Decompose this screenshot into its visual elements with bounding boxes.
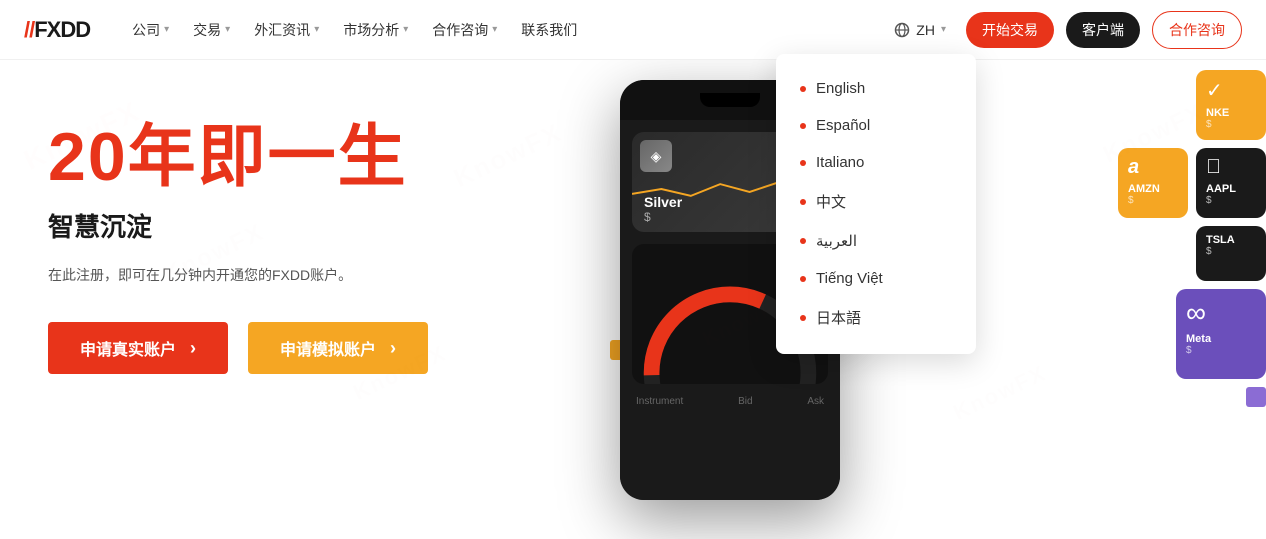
- chevron-down-icon: ▾: [164, 24, 169, 35]
- lang-option-arabic[interactable]: العربية: [776, 222, 976, 260]
- nav-item-trading[interactable]: 交易 ▾: [183, 12, 240, 48]
- stock-card-nke: ✓ NKE $: [1196, 70, 1266, 140]
- bullet-icon: [800, 238, 806, 244]
- phone-table-header: Instrument Bid Ask: [636, 396, 824, 407]
- bullet-icon: [800, 123, 806, 129]
- logo-slash: //: [24, 17, 34, 42]
- hero-section: KnowFX KnowFX KnowFX KnowFX KnowFX KnowF…: [0, 60, 1266, 539]
- lang-option-italian[interactable]: Italiano: [776, 144, 976, 181]
- arrow-icon: ›: [390, 338, 396, 359]
- lang-option-spanish[interactable]: Español: [776, 107, 976, 144]
- bullet-icon: [800, 315, 806, 321]
- hero-left: 20年即一生 智慧沉淀 在此注册，即可在几分钟内开通您的FXDD账户。 申请真实…: [0, 60, 600, 539]
- silver-icon: ◈: [640, 140, 672, 172]
- chevron-down-icon: ▾: [403, 24, 408, 35]
- client-button[interactable]: 客户端: [1066, 12, 1140, 48]
- bullet-icon: [800, 276, 806, 282]
- nav-item-news[interactable]: 外汇资讯 ▾: [244, 12, 329, 48]
- stock-card-amzn: a AMZN $: [1118, 148, 1188, 218]
- lang-option-japanese[interactable]: 日本語: [776, 297, 976, 338]
- chevron-down-icon: ▾: [941, 24, 946, 35]
- purple-square-decoration: [1246, 387, 1266, 407]
- hero-title: 20年即一生: [48, 120, 552, 195]
- language-dropdown: English Español Italiano 中文 العربية Tiến…: [776, 54, 976, 354]
- stock-cards: ✓ NKE $ a AMZN $  AAPL $: [1118, 70, 1266, 407]
- apply-demo-account-button[interactable]: 申请模拟账户 ›: [248, 322, 428, 374]
- lang-option-english[interactable]: English: [776, 70, 976, 107]
- navbar: //FXDD 公司 ▾ 交易 ▾ 外汇资讯 ▾ 市场分析 ▾ 合作咨询 ▾ 联系…: [0, 0, 1266, 60]
- consult-button[interactable]: 合作咨询: [1152, 11, 1242, 49]
- amazon-logo-icon: a: [1128, 156, 1139, 179]
- logo[interactable]: //FXDD: [24, 17, 90, 43]
- phone-table: Instrument Bid Ask: [632, 396, 828, 407]
- bullet-icon: [800, 86, 806, 92]
- nike-swoosh-icon: ✓: [1206, 78, 1223, 103]
- apple-logo-icon: : [1206, 156, 1221, 179]
- language-selector[interactable]: ZH ▾: [886, 16, 954, 44]
- nav-links: 公司 ▾ 交易 ▾ 外汇资讯 ▾ 市场分析 ▾ 合作咨询 ▾ 联系我们: [122, 12, 886, 48]
- meta-logo-icon: ∞: [1186, 297, 1206, 329]
- nav-item-analysis[interactable]: 市场分析 ▾: [333, 12, 418, 48]
- nav-item-contact[interactable]: 联系我们: [511, 12, 587, 48]
- stock-card-meta: ∞ Meta $: [1176, 289, 1266, 379]
- nav-right: ZH ▾ 开始交易 客户端 合作咨询: [886, 11, 1242, 49]
- stock-row-3: TSLA $: [1118, 226, 1266, 281]
- bullet-icon: [800, 199, 806, 205]
- stock-card-aapl:  AAPL $: [1196, 148, 1266, 218]
- bullet-icon: [800, 160, 806, 166]
- phone-notch: [700, 93, 760, 107]
- start-trading-button[interactable]: 开始交易: [966, 12, 1054, 48]
- stock-row-2: a AMZN $  AAPL $: [1118, 148, 1266, 218]
- hero-subtitle: 智慧沉淀: [48, 207, 552, 244]
- apply-real-account-button[interactable]: 申请真实账户 ›: [48, 322, 228, 374]
- logo-text: //FXDD: [24, 17, 90, 43]
- lang-option-vietnamese[interactable]: Tiếng Việt: [776, 260, 976, 297]
- nav-item-partner[interactable]: 合作咨询 ▾: [422, 12, 507, 48]
- globe-icon: [894, 22, 910, 38]
- hero-buttons: 申请真实账户 › 申请模拟账户 ›: [48, 322, 552, 374]
- nav-item-company[interactable]: 公司 ▾: [122, 12, 179, 48]
- arrow-icon: ›: [190, 338, 196, 359]
- stock-row-1: ✓ NKE $: [1118, 70, 1266, 140]
- chevron-down-icon: ▾: [225, 24, 230, 35]
- chevron-down-icon: ▾: [492, 24, 497, 35]
- hero-description: 在此注册，即可在几分钟内开通您的FXDD账户。: [48, 264, 552, 286]
- stock-row-4: ∞ Meta $: [1118, 289, 1266, 379]
- stock-card-tsla: TSLA $: [1196, 226, 1266, 281]
- chevron-down-icon: ▾: [314, 24, 319, 35]
- lang-option-chinese[interactable]: 中文: [776, 181, 976, 222]
